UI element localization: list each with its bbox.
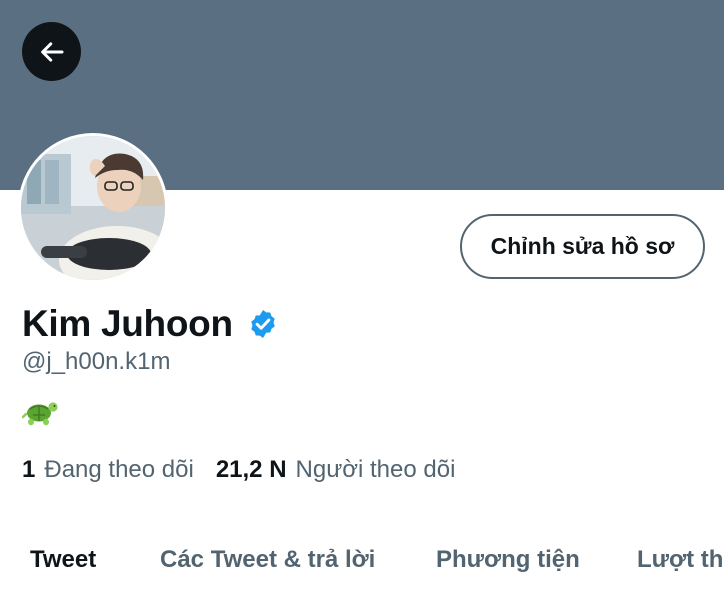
back-button[interactable] — [22, 22, 81, 81]
edit-profile-button[interactable]: Chỉnh sửa hồ sơ — [460, 214, 705, 279]
tab-tweets[interactable]: Tweet — [30, 546, 96, 574]
verified-badge-icon — [247, 308, 279, 340]
profile-stats: 1 Đang theo dõi 21,2 N Người theo dõi — [22, 456, 477, 484]
tab-media[interactable]: Phương tiện — [436, 546, 580, 574]
profile-tabs: Tweet Các Tweet & trả lời Phương tiện Lư… — [0, 520, 724, 600]
tab-tweets-and-replies[interactable]: Các Tweet & trả lời — [160, 546, 375, 574]
user-handle: @j_h00n.k1m — [22, 348, 171, 375]
following-label[interactable]: Đang theo dõi — [44, 456, 193, 484]
turtle-icon — [21, 394, 60, 430]
avatar[interactable] — [18, 133, 168, 283]
arrow-left-icon — [40, 41, 63, 62]
name-row: Kim Juhoon — [22, 300, 279, 348]
followers-label[interactable]: Người theo dõi — [296, 456, 456, 484]
followers-count[interactable]: 21,2 N — [216, 456, 287, 484]
avatar-photo — [21, 136, 165, 280]
display-name: Kim Juhoon — [22, 303, 233, 344]
tab-likes[interactable]: Lượt thích — [637, 546, 724, 574]
following-count[interactable]: 1 — [22, 456, 35, 484]
